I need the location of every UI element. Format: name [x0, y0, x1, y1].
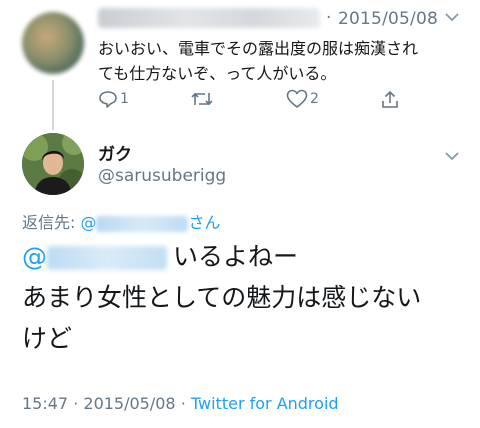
reply-button[interactable]: 1 [98, 88, 129, 110]
tweet-text: @ いるよねー あまり女性としての魅力は感じない けど [22, 236, 462, 359]
tweet-date[interactable]: 2015/05/08 [83, 394, 175, 413]
heart-icon [286, 89, 308, 109]
retweet-icon [190, 89, 214, 109]
blurred-handle [96, 215, 189, 232]
parent-author-name-blurred[interactable] [98, 8, 320, 28]
tweet-line-text: いるよねー [173, 242, 299, 271]
thread-connector [52, 80, 54, 130]
replying-to-mention[interactable]: @ さん [80, 213, 220, 232]
tweet-line: けど [22, 324, 73, 353]
parent-tweet-text: おいおい、電車でその露出度の服は痴漢され ても仕方ないぞ、って人がいる。 [98, 36, 468, 86]
like-button[interactable]: 2 [286, 88, 319, 110]
footer-dot: · [180, 394, 186, 413]
tweet-time[interactable]: 15:47 [22, 394, 68, 413]
replying-to-label: 返信先: [22, 213, 81, 232]
tweet-line: あまり女性としての魅力は感じない [22, 283, 422, 312]
parent-tweet-line: おいおい、電車でその露出度の服は痴漢され [98, 39, 419, 58]
retweet-button[interactable] [190, 88, 214, 110]
tweet-footer: 15:47 · 2015/05/08 · Twitter for Android [22, 394, 339, 413]
author-screen-name[interactable]: @sarusuberigg [98, 166, 226, 186]
tweet-mention-at[interactable]: @ [22, 242, 47, 271]
tweet-line: @ いるよねー [22, 236, 462, 277]
chevron-down-icon[interactable] [444, 12, 460, 22]
footer-dot: · [73, 394, 79, 413]
author-avatar[interactable] [22, 133, 84, 195]
share-button[interactable] [380, 88, 400, 110]
mention-at: @ [80, 213, 97, 232]
tweet-source-link[interactable]: Twitter for Android [191, 394, 339, 413]
blurred-mention-handle[interactable] [47, 246, 167, 270]
chevron-down-icon[interactable] [444, 151, 460, 161]
reply-icon [98, 89, 118, 109]
reply-count: 1 [120, 91, 129, 107]
mention-suffix: さん [188, 213, 221, 232]
replying-to: 返信先: @ さん [22, 209, 221, 233]
parent-date[interactable]: 2015/05/08 [338, 9, 438, 29]
parent-meta-separator: · [326, 8, 332, 28]
share-icon [380, 89, 400, 109]
author-display-name[interactable]: ガク [98, 140, 132, 165]
parent-tweet-line: ても仕方ないぞ、って人がいる。 [98, 64, 337, 83]
parent-avatar[interactable] [22, 12, 84, 74]
like-count: 2 [310, 91, 319, 107]
